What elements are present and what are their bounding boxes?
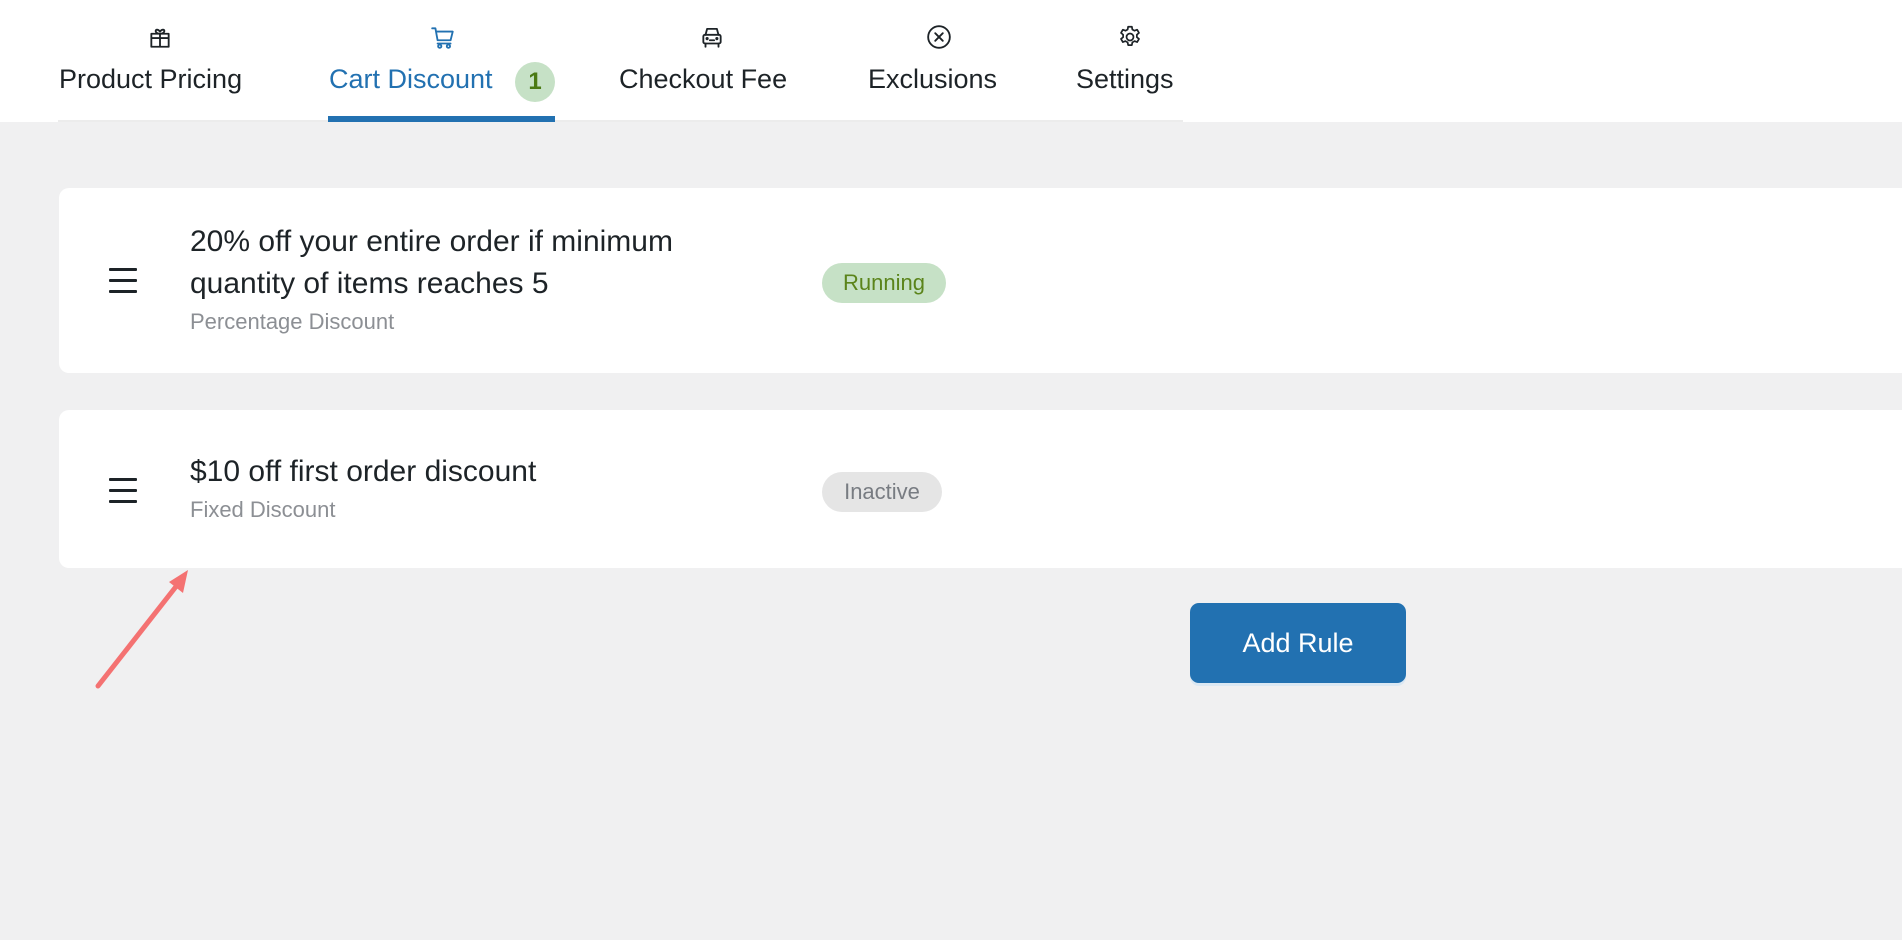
- car-icon: [699, 24, 725, 50]
- annotation-arrow-head: [169, 570, 188, 593]
- tab-exclusions[interactable]: Exclusions: [868, 0, 1008, 122]
- cart-icon: [430, 24, 456, 50]
- tab-product-pricing[interactable]: Product Pricing: [59, 0, 259, 122]
- drag-handle-icon[interactable]: [109, 478, 139, 504]
- header: Product Pricing Cart Discount 1 Checkout…: [0, 0, 1902, 122]
- tab-settings[interactable]: Settings: [1076, 0, 1186, 122]
- tab-label: Exclusions: [868, 64, 998, 94]
- tab-checkout-fee[interactable]: Checkout Fee: [619, 0, 799, 122]
- status-badge: Inactive: [822, 472, 942, 512]
- annotation-arrow-shaft: [95, 581, 181, 689]
- rule-count-badge: 1: [515, 62, 555, 102]
- drag-handle-icon[interactable]: [109, 268, 139, 294]
- add-rule-button[interactable]: Add Rule: [1190, 603, 1406, 683]
- active-tab-indicator: [328, 116, 555, 122]
- gift-icon: [147, 24, 173, 50]
- status-badge: Running: [822, 263, 946, 303]
- tab-label: Cart Discount: [329, 64, 493, 94]
- tab-label: Product Pricing: [59, 64, 243, 94]
- tab-cart-discount[interactable]: Cart Discount 1: [328, 0, 555, 122]
- gear-icon: [1117, 24, 1143, 50]
- rule-card[interactable]: $10 off first order discount Fixed Disco…: [59, 410, 1902, 568]
- rule-type: Percentage Discount: [190, 309, 395, 334]
- rule-card[interactable]: 20% off your entire order if minimum qua…: [59, 188, 1902, 373]
- rule-title[interactable]: 20% off your entire order if minimum qua…: [190, 221, 750, 305]
- rule-title[interactable]: $10 off first order discount: [190, 451, 750, 493]
- tab-label: Settings: [1076, 64, 1174, 94]
- x-circle-icon: [926, 24, 952, 50]
- rule-info: 20% off your entire order if minimum qua…: [190, 221, 750, 337]
- rule-info: $10 off first order discount Fixed Disco…: [190, 451, 750, 525]
- rule-type: Fixed Discount: [190, 497, 336, 522]
- tab-label: Checkout Fee: [619, 64, 788, 94]
